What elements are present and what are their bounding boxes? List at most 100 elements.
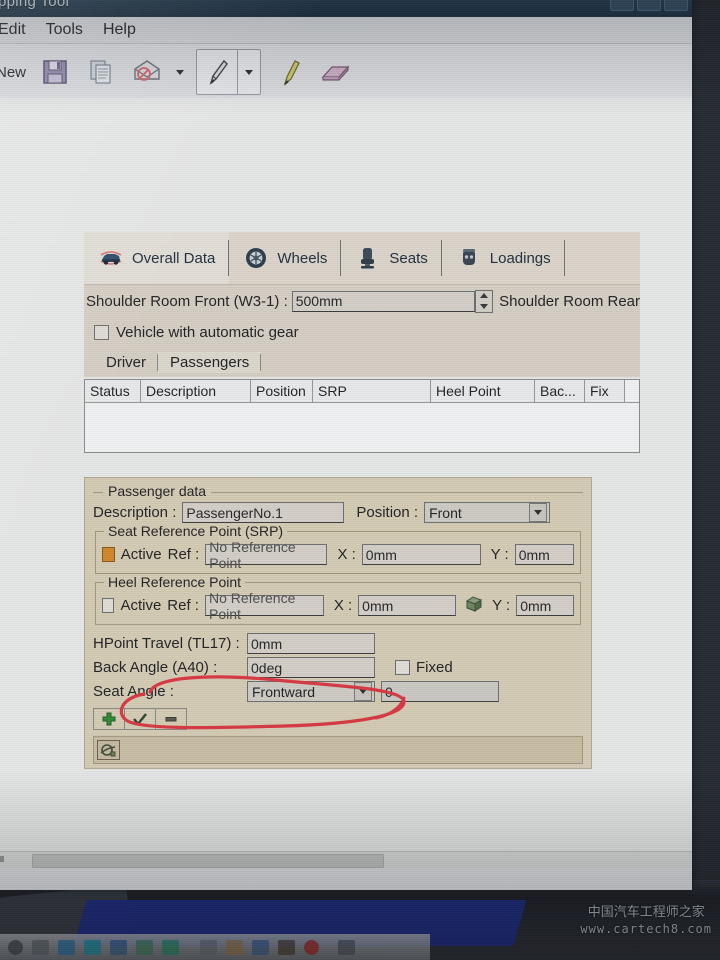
menu-item-tools[interactable]: Tools: [46, 21, 83, 39]
seat-angle-combo[interactable]: Frontward: [247, 681, 375, 702]
snipping-toolbar[interactable]: New: [0, 44, 692, 101]
automatic-gear-label: Vehicle with automatic gear: [116, 323, 299, 341]
srp-ref-input[interactable]: No Reference Point: [205, 539, 328, 571]
windows-taskbar[interactable]: [0, 934, 430, 960]
tab-overall-data[interactable]: Overall Data: [84, 232, 230, 284]
pick-point-icon[interactable]: [464, 595, 484, 616]
occupant-tab-bar[interactable]: Driver Passengers: [84, 347, 640, 377]
tab-label: Seats: [389, 249, 428, 267]
save-icon[interactable]: [38, 55, 72, 89]
position-label: Position :: [356, 504, 419, 521]
shoulder-room-front-value: 500mm: [295, 293, 343, 309]
tab-loadings[interactable]: Loadings: [442, 232, 565, 284]
taskbar-icon-4[interactable]: [110, 939, 127, 955]
srp-y-input[interactable]: 0mm: [514, 544, 574, 565]
eraser-icon[interactable]: [319, 55, 353, 89]
taskbar-icon-start[interactable]: [8, 939, 23, 955]
shoulder-room-front-input[interactable]: 500mm: [291, 290, 476, 312]
srp-ref-value: No Reference Point: [209, 538, 296, 571]
email-icon[interactable]: [130, 55, 164, 89]
position-combo[interactable]: Front: [424, 502, 551, 523]
seat-angle-number-input[interactable]: 0: [381, 681, 499, 702]
srp-group: Seat Reference Point (SRP) Active Ref : …: [95, 523, 581, 574]
window-title: pping Tool: [0, 0, 70, 10]
tab-wheels[interactable]: Wheels: [229, 232, 342, 284]
heel-ref-value: No Reference Point: [208, 589, 296, 622]
pen-dropdown-caret-icon[interactable]: [238, 55, 260, 89]
tab-seats[interactable]: Seats: [341, 232, 442, 284]
maximize-button[interactable]: [637, 0, 661, 11]
pen-icon[interactable]: [197, 55, 237, 89]
chevron-down-icon[interactable]: [529, 503, 548, 522]
grid-col-srp[interactable]: SRP: [313, 380, 431, 402]
panel-status-bar: [93, 736, 583, 764]
taskbar-icon-11[interactable]: [338, 939, 355, 955]
window-controls[interactable]: [610, 0, 688, 11]
menu-item-help[interactable]: Help: [103, 21, 136, 39]
automatic-gear-checkbox[interactable]: [94, 324, 109, 340]
add-icon[interactable]: [94, 709, 125, 729]
tab-passengers[interactable]: Passengers: [158, 351, 262, 373]
taskbar-icon-9[interactable]: [252, 939, 269, 955]
srp-x-label: X :: [337, 546, 356, 563]
stepper-up-icon[interactable]: [476, 291, 492, 302]
shoulder-room-row: Shoulder Room Front (W3-1) : 500mm Shoul…: [84, 285, 640, 317]
grid-col-position[interactable]: Position: [251, 380, 313, 402]
menu-bar[interactable]: Edit Tools Help: [0, 17, 692, 44]
occupant-grid[interactable]: Status Description Position SRP Heel Poi…: [84, 379, 640, 453]
hpoint-travel-input[interactable]: 0mm: [247, 633, 375, 654]
dropdown-caret-icon[interactable]: [176, 69, 185, 75]
highlighter-icon[interactable]: [273, 55, 307, 89]
heel-x-input[interactable]: 0mm: [358, 595, 457, 616]
grid-col-heel-point[interactable]: Heel Point: [431, 380, 535, 402]
apply-icon[interactable]: [125, 709, 156, 729]
stepper-down-icon[interactable]: [476, 301, 492, 312]
pen-tool-group[interactable]: [196, 49, 262, 95]
back-angle-value: 0deg: [251, 659, 283, 676]
preview-icon[interactable]: [97, 740, 120, 760]
title-bar: pping Tool: [0, 0, 692, 17]
canvas-horizontal-scrollbar[interactable]: [0, 851, 692, 868]
scrollbar-thumb[interactable]: [32, 854, 384, 868]
chevron-down-icon[interactable]: [354, 682, 372, 701]
grid-col-back[interactable]: Bac...: [535, 380, 585, 402]
taskbar-icon-3[interactable]: [84, 939, 101, 955]
shoulder-room-rear-label: Shoulder Room Rear: [499, 292, 640, 310]
resize-grip[interactable]: [0, 856, 4, 862]
grid-col-fix[interactable]: Fix: [585, 380, 625, 402]
heel-y-input[interactable]: 0mm: [516, 595, 574, 616]
srp-x-input[interactable]: 0mm: [361, 544, 481, 565]
taskbar-icon-10[interactable]: [278, 939, 295, 955]
shoulder-room-front-label: Shoulder Room Front (W3-1) :: [86, 292, 288, 310]
taskbar-icon-6[interactable]: [162, 939, 179, 955]
minimize-button[interactable]: [610, 0, 634, 11]
fixed-checkbox[interactable]: [395, 660, 410, 675]
grid-col-description[interactable]: Description: [141, 380, 251, 402]
taskbar-icon-5[interactable]: [136, 939, 153, 955]
main-tab-bar[interactable]: Overall Data Wheels Seats Loadings: [84, 232, 640, 285]
menu-item-edit[interactable]: Edit: [0, 21, 26, 39]
taskbar-icon-7[interactable]: [200, 939, 217, 955]
heel-active-checkbox[interactable]: [102, 598, 115, 613]
taskbar-icon-record[interactable]: [304, 939, 319, 955]
record-action-bar[interactable]: [93, 708, 187, 730]
grid-col-status[interactable]: Status: [85, 380, 141, 402]
shoulder-room-front-stepper[interactable]: [475, 289, 494, 313]
taskbar-icon-1[interactable]: [32, 939, 49, 955]
heel-ref-input[interactable]: No Reference Point: [204, 590, 324, 622]
taskbar-icon-8[interactable]: [226, 939, 243, 955]
copy-icon[interactable]: [84, 55, 118, 89]
back-angle-input[interactable]: 0deg: [247, 657, 375, 678]
heel-group-title: Heel Reference Point: [104, 574, 246, 590]
close-button[interactable]: [664, 0, 688, 11]
taskbar-icon-2[interactable]: [58, 939, 75, 955]
description-input[interactable]: PassengerNo.1: [182, 502, 345, 523]
srp-active-checkbox[interactable]: [102, 547, 115, 562]
new-snip-button[interactable]: New: [0, 64, 26, 81]
fixed-label: Fixed: [416, 659, 453, 676]
tab-driver[interactable]: Driver: [94, 352, 158, 373]
snipping-tool-window[interactable]: pping Tool Edit Tools Help New Overall D…: [0, 0, 692, 890]
grid-body[interactable]: [85, 403, 639, 451]
srp-ref-label: Ref :: [167, 546, 200, 563]
remove-icon[interactable]: [156, 709, 186, 729]
